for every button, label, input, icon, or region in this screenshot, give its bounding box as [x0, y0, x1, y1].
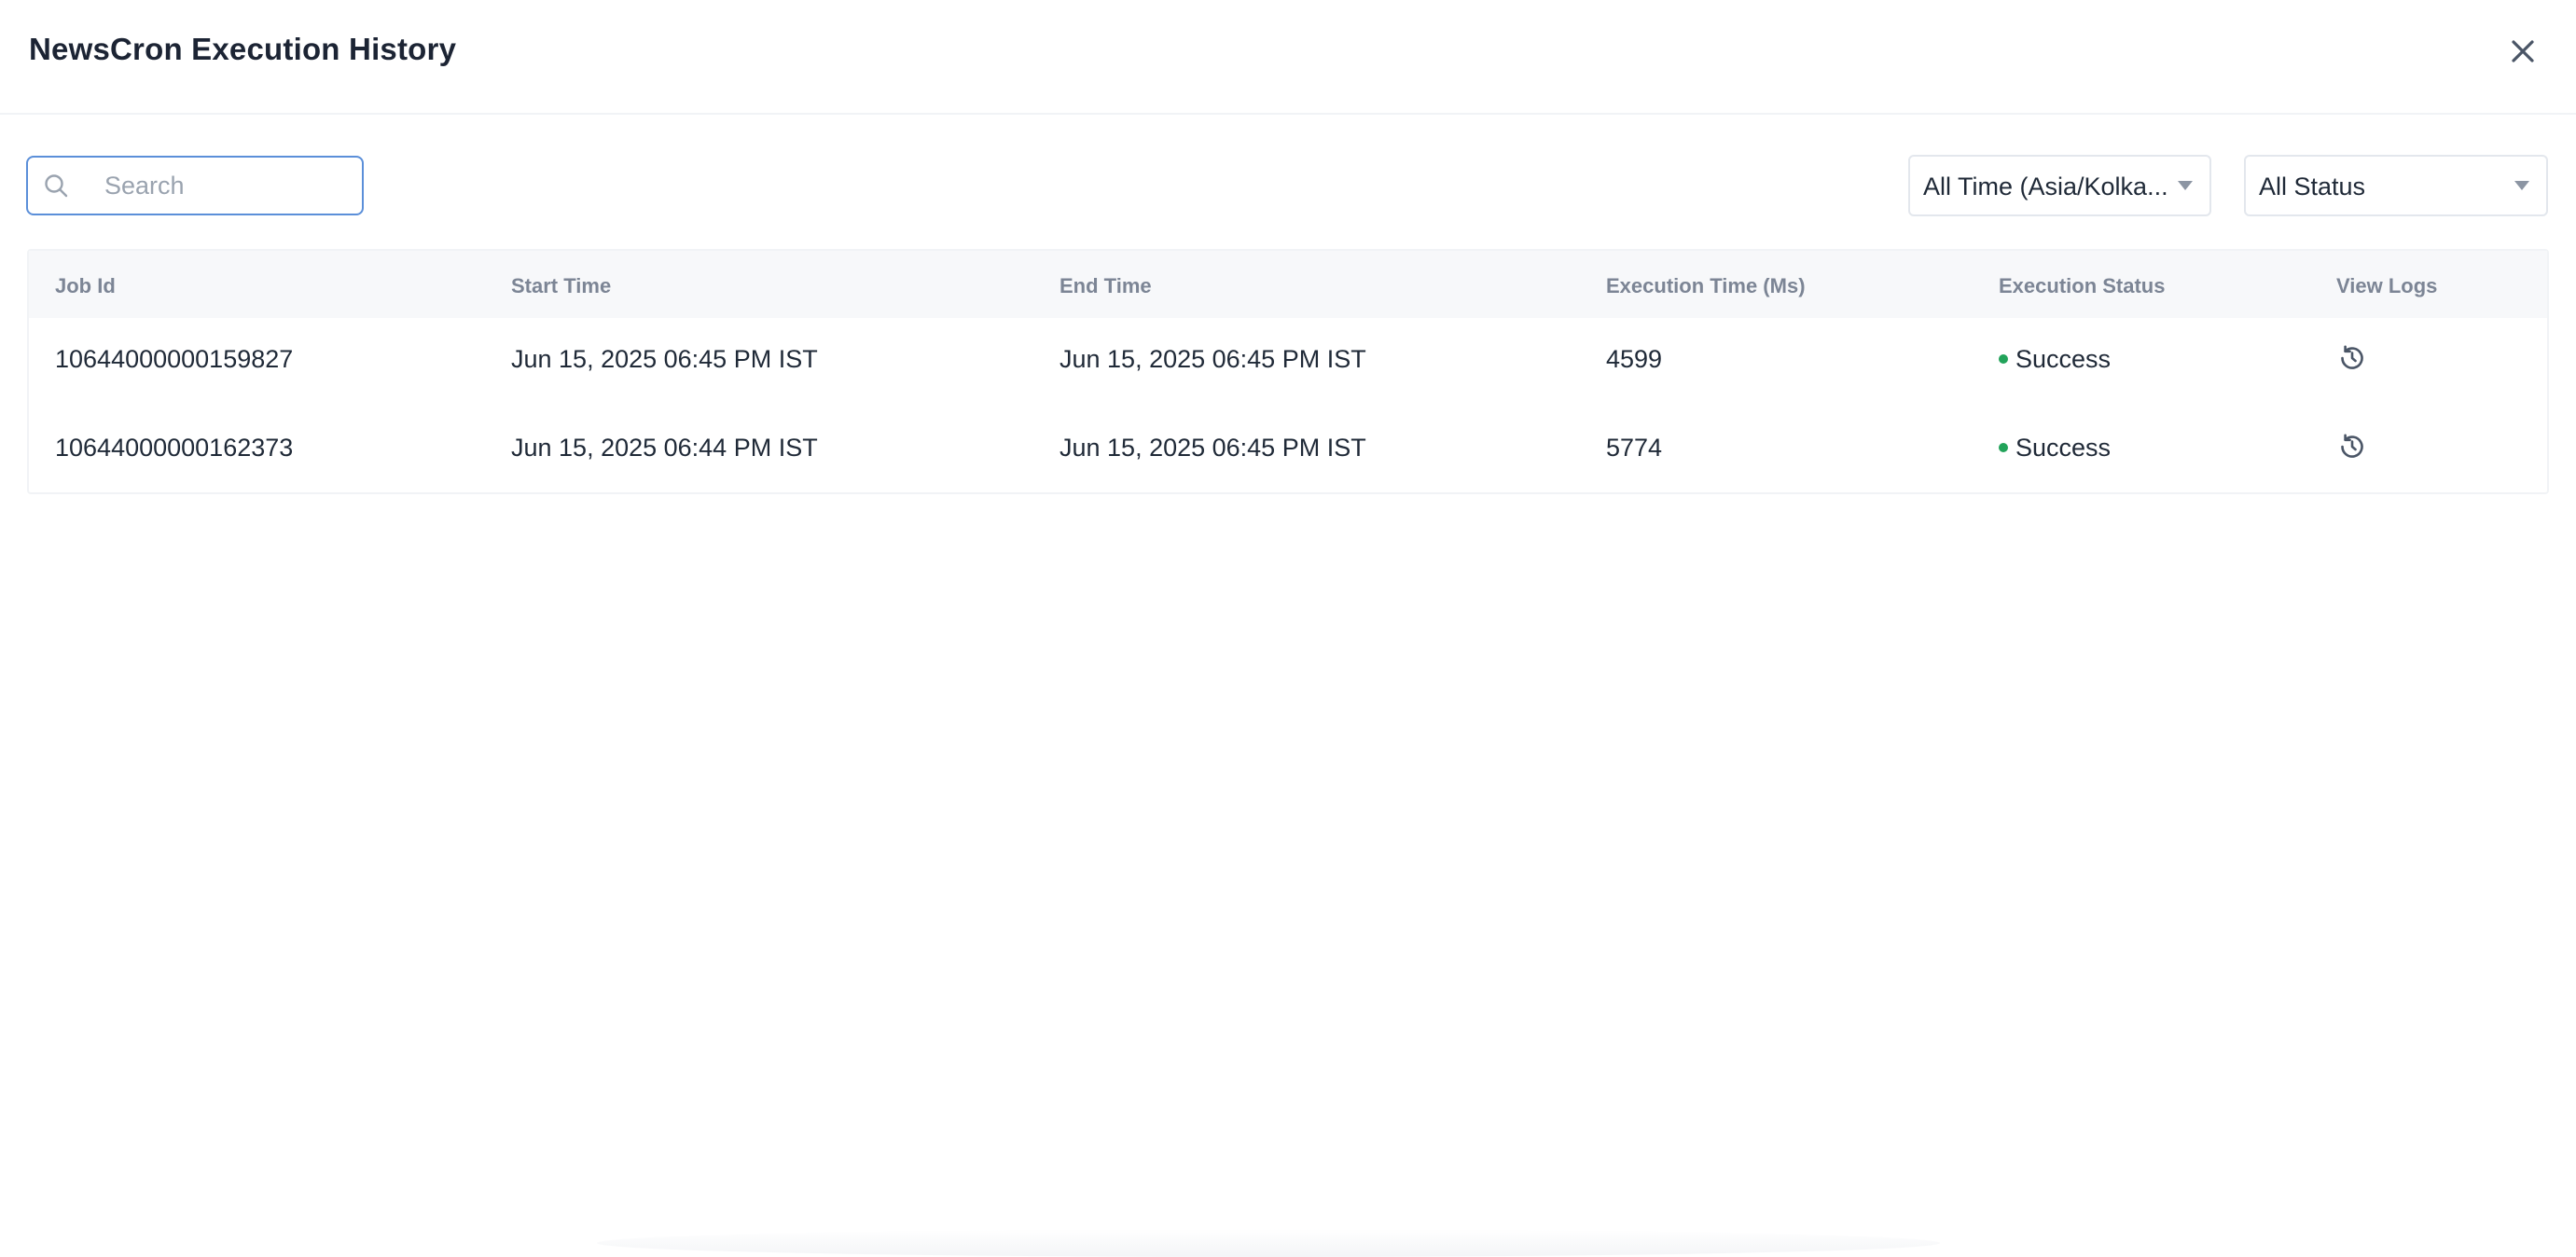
close-icon [2512, 40, 2534, 62]
status-badge: Success [1999, 434, 2111, 463]
search-box[interactable] [26, 156, 364, 215]
search-icon [45, 174, 68, 198]
status-label: Success [2015, 434, 2112, 462]
history-icon [2341, 434, 2363, 458]
view-logs-button[interactable] [2336, 342, 2368, 374]
table-row: 10644000000162373 Jun 15, 2025 06:44 PM … [29, 407, 2547, 495]
column-header-start-time[interactable]: Start Time [511, 274, 611, 298]
start-time-cell: Jun 15, 2025 06:44 PM IST [511, 434, 818, 462]
start-time-cell: Jun 15, 2025 06:45 PM IST [511, 345, 818, 373]
history-icon [2341, 345, 2363, 369]
status-filter-value: All Status [2259, 173, 2366, 200]
time-filter-select[interactable]: All Time (Asia/Kolka... [1908, 155, 2211, 216]
column-header-view-logs: View Logs [2336, 274, 2438, 297]
execution-time-cell: 4599 [1606, 345, 1663, 373]
column-header-execution-status[interactable]: Execution Status [1999, 274, 2165, 298]
view-logs-button[interactable] [2336, 431, 2368, 463]
table-row: 10644000000159827 Jun 15, 2025 06:45 PM … [29, 318, 2547, 407]
chevron-down-icon [2514, 181, 2529, 190]
dialog-bottom-shadow [597, 1229, 1940, 1257]
end-time-cell: Jun 15, 2025 06:45 PM IST [1059, 345, 1366, 373]
job-id-cell: 10644000000159827 [55, 345, 294, 373]
table-header: Job Id Start Time End Time Execution Tim… [29, 251, 2547, 318]
execution-history-table: Job Id Start Time End Time Execution Tim… [27, 249, 2549, 494]
status-dot-icon [1999, 442, 2008, 452]
status-dot-icon [1999, 353, 2008, 364]
column-header-job-id[interactable]: Job Id [55, 274, 116, 298]
status-filter-select[interactable]: All Status [2244, 155, 2548, 216]
close-button[interactable] [2503, 32, 2542, 71]
column-header-end-time[interactable]: End Time [1059, 274, 1152, 298]
column-header-execution-time[interactable]: Execution Time (Ms) [1606, 274, 1806, 298]
end-time-cell: Jun 15, 2025 06:45 PM IST [1059, 434, 1366, 462]
page-title: NewsCron Execution History [29, 32, 457, 66]
search-input[interactable] [76, 165, 356, 206]
status-badge: Success [1999, 345, 2111, 374]
chevron-down-icon [2178, 181, 2193, 190]
status-label: Success [2015, 345, 2112, 373]
time-filter-value: All Time (Asia/Kolka... [1923, 173, 2168, 200]
execution-time-cell: 5774 [1606, 434, 1663, 462]
job-id-cell: 10644000000162373 [55, 434, 294, 462]
dialog-header: NewsCron Execution History [0, 0, 2576, 115]
